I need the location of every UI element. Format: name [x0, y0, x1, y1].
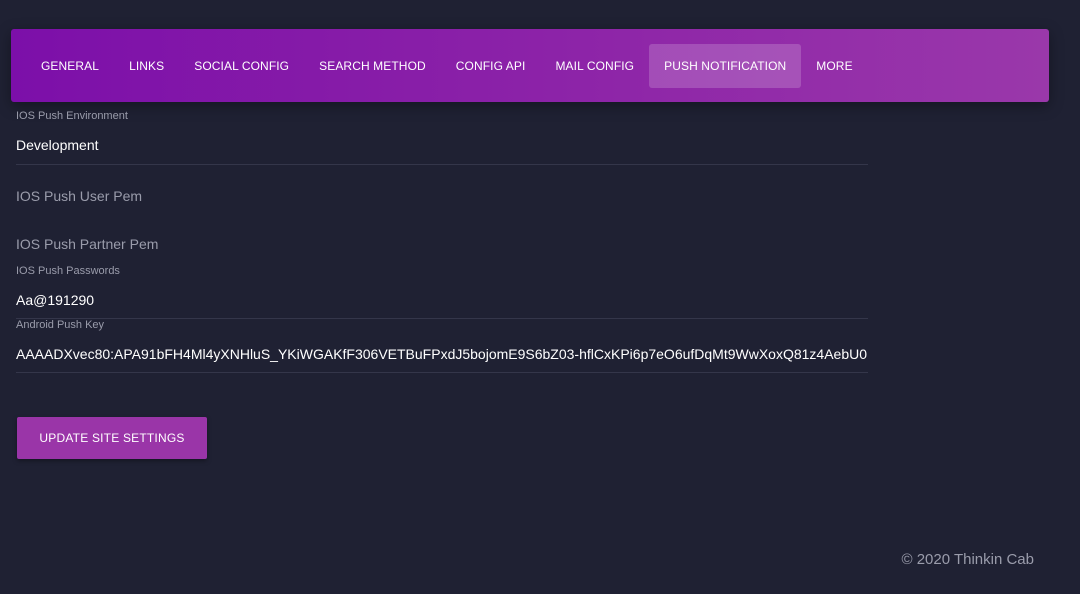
tab-mail-config[interactable]: MAIL CONFIG: [540, 44, 649, 88]
tab-search-method[interactable]: SEARCH METHOD: [304, 44, 441, 88]
settings-tab-bar: GENERAL LINKS SOCIAL CONFIG SEARCH METHO…: [11, 29, 1049, 102]
field-underline: [16, 164, 868, 165]
tab-config-api[interactable]: CONFIG API: [441, 44, 541, 88]
android-push-key-input[interactable]: AAAADXvec80:APA91bFH4Ml4yXNHluS_YKiWGAKf…: [16, 345, 868, 363]
ios-push-passwords-input[interactable]: Aa@191290: [16, 291, 868, 309]
ios-push-user-pem-input[interactable]: IOS Push User Pem: [16, 187, 868, 205]
ios-push-environment-select[interactable]: Development: [16, 136, 868, 154]
tab-links[interactable]: LINKS: [114, 44, 179, 88]
ios-push-environment-field[interactable]: IOS Push Environment Development: [16, 110, 868, 165]
ios-push-partner-pem-field[interactable]: IOS Push Partner Pem: [16, 235, 868, 253]
android-push-key-field[interactable]: Android Push Key AAAADXvec80:APA91bFH4Ml…: [16, 319, 868, 373]
tab-general[interactable]: GENERAL: [26, 44, 114, 88]
ios-push-environment-label: IOS Push Environment: [16, 110, 128, 122]
android-push-key-label: Android Push Key: [16, 319, 105, 331]
copyright-footer: © 2020 Thinkin Cab: [901, 551, 1034, 568]
ios-push-passwords-label: IOS Push Passwords: [16, 265, 120, 277]
tab-push-notification[interactable]: PUSH NOTIFICATION: [649, 43, 802, 88]
ios-push-user-pem-field[interactable]: IOS Push User Pem: [16, 187, 868, 205]
update-site-settings-button[interactable]: UPDATE SITE SETTINGS: [17, 417, 207, 459]
ios-push-partner-pem-input[interactable]: IOS Push Partner Pem: [16, 235, 868, 253]
ios-push-passwords-field[interactable]: IOS Push Passwords Aa@191290: [16, 265, 868, 319]
field-underline: [16, 372, 868, 373]
tab-more[interactable]: MORE: [801, 44, 867, 88]
tab-social-config[interactable]: SOCIAL CONFIG: [179, 44, 304, 88]
